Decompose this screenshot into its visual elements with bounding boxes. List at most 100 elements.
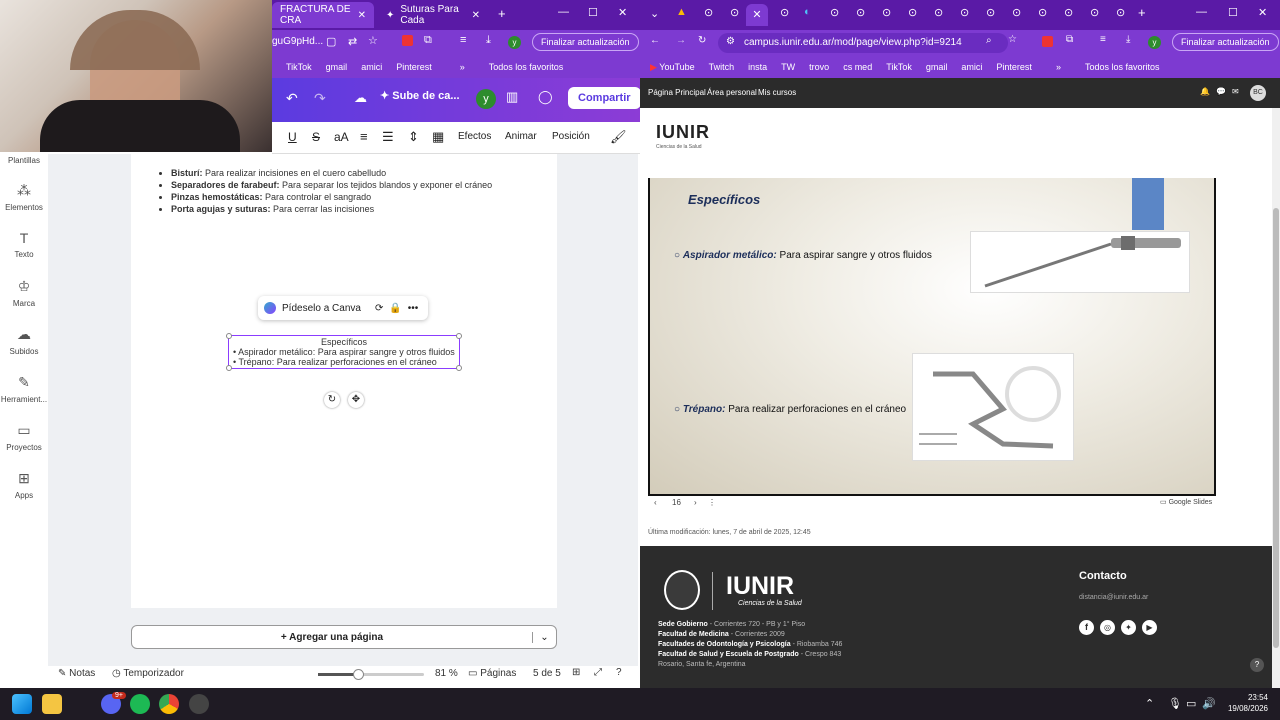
cloud-save-icon[interactable]: ☁ (354, 90, 367, 106)
bookmark-amici[interactable]: amici (361, 62, 382, 72)
bookmark-twitch[interactable]: Twitch (709, 62, 735, 72)
clock[interactable]: 23:54 19/08/2026 (1222, 692, 1268, 714)
tab-icon[interactable]: ⊙ (780, 6, 789, 19)
spotify-icon[interactable] (130, 694, 150, 714)
nav-personal[interactable]: Área personal (707, 88, 757, 97)
list-item[interactable]: Porta agujas y suturas: Para cerrar las … (171, 203, 557, 215)
case-icon[interactable]: aA (334, 130, 349, 144)
extension-icon[interactable] (402, 35, 413, 46)
favorites-folder[interactable]: Todos los favoritos (1085, 62, 1160, 72)
tab-icon[interactable]: ⊙ (960, 6, 969, 19)
align-icon[interactable]: ≡ (360, 129, 368, 144)
tab-list-icon[interactable]: ⌄ (650, 7, 659, 20)
bookmark-csmed[interactable]: cs med (843, 62, 872, 72)
microphone-icon[interactable]: 🎙 (1168, 697, 1182, 710)
page-scrollbar[interactable] (1272, 108, 1280, 688)
user-avatar[interactable]: BC (1250, 85, 1266, 101)
close-icon[interactable]: ✕ (358, 10, 366, 21)
profile-avatar[interactable]: y (1148, 36, 1161, 49)
minimize-icon[interactable]: — (1196, 6, 1207, 18)
bookmark-tiktok[interactable]: TikTok (286, 62, 312, 72)
tray-chevron-icon[interactable]: ⌃ (1145, 697, 1154, 710)
puzzle-icon[interactable]: ⧉ (1066, 34, 1073, 45)
bookmark-tiktok[interactable]: TikTok (886, 62, 912, 72)
nav-home[interactable]: Página Principal (648, 88, 706, 97)
tab-icon[interactable]: ⊙ (908, 6, 917, 19)
chevron-down-icon[interactable]: ⌄ (532, 631, 556, 643)
forward-icon[interactable]: → (676, 35, 686, 46)
zoom-value[interactable]: 81 % (435, 668, 458, 679)
tab-icon[interactable]: ⊙ (1012, 6, 1021, 19)
bookmark-tw[interactable]: TW (781, 62, 795, 72)
selected-text-box[interactable]: Específicos • Aspirador metálico: Para a… (228, 335, 460, 369)
help-icon[interactable]: ? (1250, 658, 1264, 672)
close-window-icon[interactable]: ✕ (618, 6, 627, 19)
list-icon[interactable]: ≡ (1100, 34, 1106, 45)
tab-icon[interactable]: ⊙ (1064, 6, 1073, 19)
update-button[interactable]: Finalizar actualización (532, 33, 639, 51)
tab-icon[interactable]: ⊙ (1090, 6, 1099, 19)
mail-icon[interactable]: ✉ (1232, 87, 1239, 96)
effects-button[interactable]: Efectos (458, 131, 491, 142)
star-icon[interactable]: ☆ (368, 34, 378, 47)
youtube-icon[interactable]: ▶ (1142, 620, 1157, 635)
obs-icon[interactable] (189, 694, 209, 714)
canva-avatar[interactable]: y (476, 89, 496, 109)
tab-icon[interactable]: ⊙ (830, 6, 839, 19)
clipboard-icon[interactable]: ▢ (326, 35, 336, 48)
fullscreen-icon[interactable]: ⤢ (594, 667, 602, 678)
tab-fractura[interactable]: FRACTURA DE CRA ✕ (272, 2, 374, 28)
sidebar-item-marca[interactable]: ♔ Marca (0, 278, 48, 308)
list-icon[interactable]: ≡ (460, 34, 466, 46)
more-icon[interactable]: ••• (408, 303, 419, 314)
nav-courses[interactable]: Mis cursos (758, 88, 796, 97)
site-info-icon[interactable]: ⚙ (726, 36, 735, 47)
windows-start-icon[interactable] (12, 694, 32, 714)
instagram-icon[interactable]: ◎ (1100, 620, 1115, 635)
reload-icon[interactable]: ↻ (698, 35, 706, 46)
url-text[interactable]: campus.iunir.edu.ar/mod/page/view.php?id… (744, 37, 962, 48)
list-icon[interactable]: ☰ (382, 129, 394, 145)
puzzle-icon[interactable]: ⧉ (424, 34, 432, 47)
notes-button[interactable]: ✎ Notas (58, 668, 95, 679)
bookmark-pinterest[interactable]: Pinterest (396, 62, 432, 72)
zoom-slider-knob[interactable] (352, 669, 364, 680)
tab-icon[interactable]: ⊙ (882, 6, 891, 19)
tab-icon[interactable]: ◐ (804, 6, 811, 18)
embedded-slide[interactable]: Específicos ○ Aspirador metálico: Para a… (648, 178, 1216, 496)
next-slide-icon[interactable]: › (694, 498, 697, 507)
bookmark-insta[interactable]: insta (748, 62, 767, 72)
close-icon[interactable]: ✕ (472, 10, 480, 21)
sidebar-item-apps[interactable]: ⊞ Apps (0, 470, 48, 500)
bookmark-trovo[interactable]: trovo (809, 62, 829, 72)
help-icon[interactable]: ? (616, 667, 622, 678)
header-logo[interactable]: IUNIR (656, 122, 710, 143)
profile-avatar[interactable]: y (508, 36, 521, 49)
update-button[interactable]: Finalizar actualización (1172, 33, 1279, 51)
transparency-icon[interactable]: ▦ (432, 129, 444, 145)
minimize-icon[interactable]: — (558, 6, 569, 18)
tab-icon[interactable]: ⊙ (704, 6, 713, 19)
sidebar-item-proyectos[interactable]: ▭ Proyectos (0, 422, 48, 452)
more-bookmarks-icon[interactable]: » (1056, 62, 1061, 72)
active-tab-close-icon[interactable]: ✕ (746, 4, 768, 26)
share-button[interactable]: Compartir (568, 87, 640, 109)
pages-button[interactable]: ▭ Páginas (468, 668, 516, 679)
resize-handle[interactable] (226, 333, 232, 339)
grid-view-icon[interactable]: ⊞ (572, 667, 580, 678)
paint-format-icon[interactable]: 🖌 (610, 129, 627, 145)
position-button[interactable]: Posición (552, 131, 590, 142)
underline-icon[interactable]: U (288, 130, 297, 144)
volume-icon[interactable]: 🔊 (1202, 697, 1216, 710)
bookmark-youtube[interactable]: ▶ YouTube (650, 62, 695, 73)
resize-handle[interactable] (456, 365, 462, 371)
translate-icon[interactable]: ⇄ (348, 35, 357, 48)
star-icon[interactable]: ☆ (1008, 34, 1017, 45)
drive-tab-icon[interactable]: ▲ (676, 6, 687, 18)
sidebar-item-subidos[interactable]: ☁ Subidos (0, 326, 48, 356)
spacing-icon[interactable]: ⇕ (408, 129, 419, 145)
tab-icon[interactable]: ⊙ (986, 6, 995, 19)
sidebar-item-elementos[interactable]: ⁂ Elementos (0, 182, 48, 212)
tab-icon[interactable]: ⊙ (1038, 6, 1047, 19)
bookmark-amici[interactable]: amici (961, 62, 982, 72)
